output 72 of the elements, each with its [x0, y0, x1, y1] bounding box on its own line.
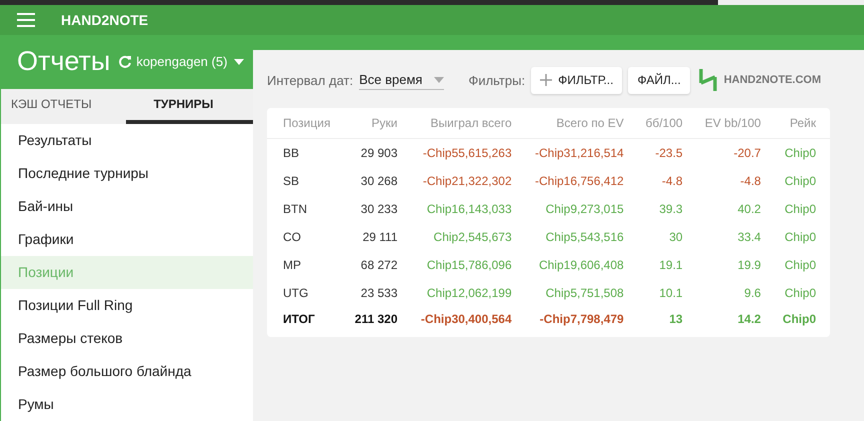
- caret-icon: [434, 76, 444, 82]
- table-cell-text: 40.2: [736, 201, 762, 218]
- table-cell-text: -Chip16,756,412: [534, 173, 625, 190]
- table-cell-text: Chip0: [784, 285, 817, 302]
- table-cell-text: 29 111: [362, 229, 398, 246]
- table-cell-text: 9.6: [743, 285, 762, 302]
- table-cell-text: Chip0: [784, 229, 817, 246]
- interval-dropdown[interactable]: Все время: [359, 70, 444, 90]
- table-cell-text: Chip0: [784, 173, 817, 190]
- interval-label: Интервал дат:: [267, 72, 354, 88]
- table-cell-text: Chip0: [784, 201, 817, 218]
- filters-label: Фильтры:: [468, 72, 526, 88]
- table-cell-text: 33.4: [736, 229, 762, 246]
- table-cell-text: Chip15,786,096: [426, 257, 513, 274]
- table-cell-text: MP: [282, 257, 302, 274]
- table-cell: BB: [267, 138, 347, 167]
- table-cell-text: 68 272: [360, 257, 398, 274]
- sidebar-item[interactable]: Результаты: [1, 124, 253, 157]
- file-button[interactable]: ФАЙЛ...: [628, 66, 690, 94]
- logo-icon: [698, 69, 718, 91]
- table-cell-text: Chip9,273,015: [544, 201, 625, 218]
- page-title: Отчеты: [17, 46, 110, 78]
- table-cell-text: Chip12,062,199: [426, 285, 513, 302]
- sidebar-item[interactable]: Последние турниры: [1, 157, 253, 190]
- sidebar-item[interactable]: Размеры стеков: [1, 322, 253, 355]
- table-cell: -20.7: [696, 138, 775, 167]
- report-tab[interactable]: КЭШ ОТЧЕТЫ: [1, 88, 126, 124]
- table-cell-text: CO: [282, 229, 302, 246]
- table-cell-text: 30: [668, 229, 684, 246]
- table-cell-text: -4.8: [660, 173, 684, 190]
- table-cell-text: Chip2,545,673: [432, 229, 513, 246]
- sidebar-item[interactable]: Бай-ины: [1, 190, 253, 223]
- table-cell-text: BTN: [282, 201, 308, 218]
- table-cell-text: 39.3: [658, 201, 684, 218]
- table-cell-text: -Chip21,322,302: [422, 173, 513, 190]
- table-cell-text: Chip0: [782, 311, 817, 328]
- table-cell-text: -Chip30,400,564: [420, 311, 513, 328]
- filter-button[interactable]: ФИЛЬТР...: [531, 66, 622, 94]
- table-cell: -23.5: [638, 138, 697, 167]
- table-cell-text: Chip5,543,516: [544, 229, 625, 246]
- table-cell-text: 23 533: [360, 285, 398, 302]
- table-cell-text: UTG: [282, 285, 310, 302]
- table-cell-text: SB: [282, 173, 300, 190]
- refresh-icon[interactable]: [118, 54, 132, 69]
- table-cell: -Chip31,216,514: [526, 138, 638, 167]
- sidebar-item[interactable]: Позиции Full Ring: [1, 289, 253, 322]
- table-cell: Chip0: [774, 138, 830, 167]
- table-cell-text: Chip5,751,508: [544, 285, 625, 302]
- logo-text: HAND2NOTE.COM: [724, 74, 821, 86]
- table-cell-text: Chip19,606,408: [538, 257, 625, 274]
- table-cell-text: 19.9: [736, 257, 762, 274]
- table-cell-text: Chip0: [784, 257, 817, 274]
- sidebar-item[interactable]: Размер большого блайнда: [1, 355, 253, 388]
- table-cell-text: 30 233: [360, 201, 398, 218]
- table-cell-text: Chip16,143,033: [426, 201, 513, 218]
- plus-icon: [540, 74, 552, 86]
- table-cell-text: ИТОГ: [282, 311, 316, 328]
- table-cell-text: 10.1: [658, 285, 684, 302]
- table-cell-text: 13: [668, 311, 684, 328]
- caret-icon[interactable]: [234, 58, 244, 65]
- sidebar-item[interactable]: Графики: [1, 223, 253, 256]
- table-cell-text: -4.8: [739, 173, 762, 190]
- table-cell: -Chip55,615,263: [412, 138, 526, 167]
- table-cell-text: -Chip7,798,479: [538, 311, 625, 328]
- table-cell-text: 30 268: [360, 173, 398, 190]
- table-cell: 29 903: [346, 138, 412, 167]
- table-cell-text: 14.2: [736, 311, 762, 328]
- table-cell-text: 211 320: [354, 311, 398, 328]
- table-cell-text: 19.1: [658, 257, 684, 274]
- menu-icon[interactable]: [17, 13, 35, 27]
- sidebar-item[interactable]: Румы: [1, 388, 253, 421]
- app-title: HAND2NOTE: [61, 12, 148, 28]
